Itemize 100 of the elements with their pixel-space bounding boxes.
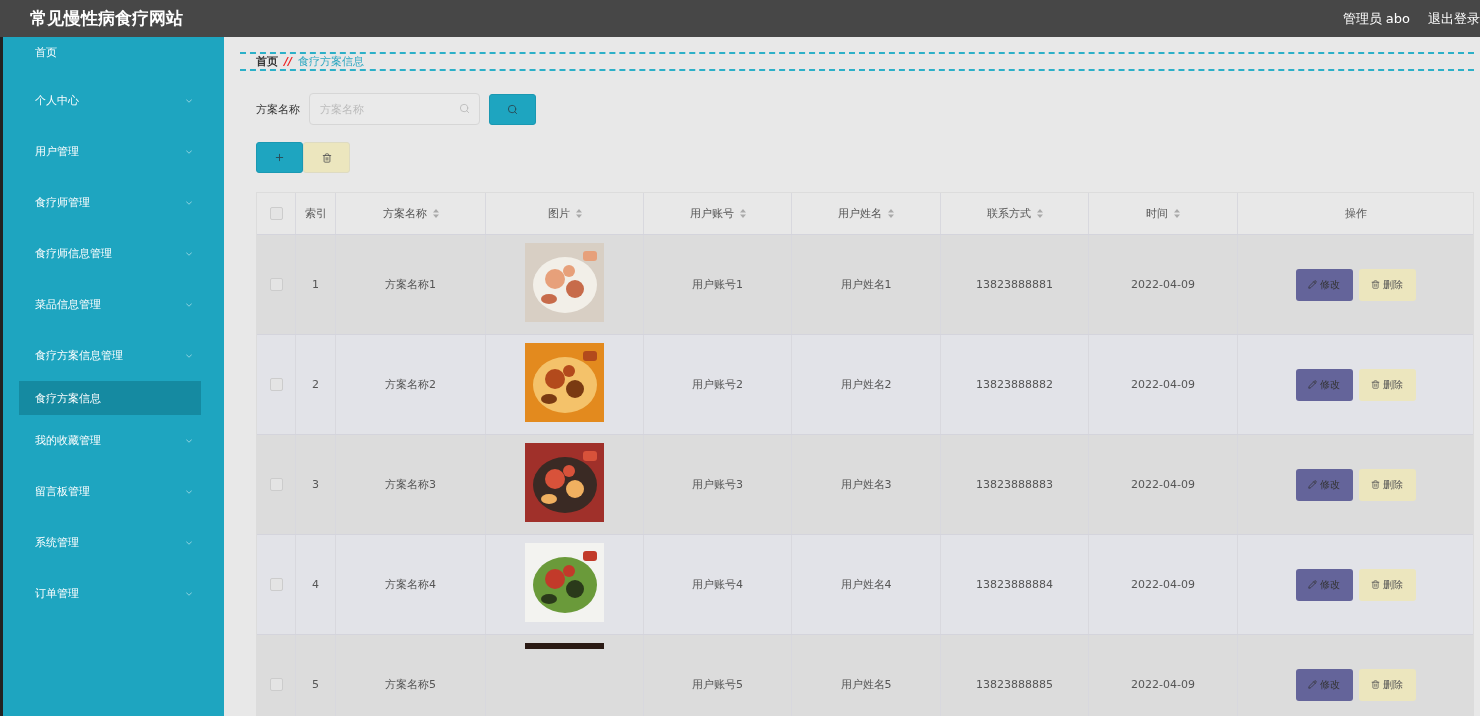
table-cell: 用户账号2 [692, 377, 743, 392]
breadcrumb-separator: // [284, 55, 293, 68]
plus-icon [274, 152, 285, 163]
table-cell: 用户姓名3 [840, 477, 892, 492]
column-header: 操作 [1344, 206, 1367, 221]
sort-icon[interactable] [888, 209, 894, 218]
table-cell: 2022-04-09 [1131, 678, 1195, 691]
sidebar-item[interactable]: 系统管理 [3, 517, 224, 568]
column-header: 用户账号 [689, 206, 734, 221]
table-cell: 用户姓名2 [840, 377, 892, 392]
table-cell: 方案名称1 [385, 277, 436, 292]
sidebar-item[interactable]: 首页 [3, 40, 224, 75]
edit-button[interactable]: 修改 [1295, 468, 1353, 501]
column-header: 图片 [547, 206, 570, 221]
sort-icon[interactable] [432, 209, 439, 218]
sidebar-item[interactable]: 个人中心 [3, 75, 224, 126]
table-cell: 13823888883 [976, 478, 1053, 491]
table-cell: 方案名称3 [385, 477, 436, 492]
table-cell: 用户账号4 [692, 577, 743, 592]
table-cell: 用户账号1 [692, 277, 743, 292]
column-header-cell[interactable]: 联系方式 [941, 193, 1089, 234]
delete-button[interactable]: 删除 [1358, 568, 1416, 601]
column-header-cell[interactable]: 用户姓名 [792, 193, 941, 234]
sidebar-item[interactable]: 食疗师管理 [3, 177, 224, 228]
edit-button[interactable]: 修改 [1295, 268, 1353, 301]
logout-link[interactable]: 退出登录 [1428, 9, 1480, 28]
checkbox[interactable] [269, 678, 283, 691]
delete-button[interactable] [303, 142, 350, 173]
table-cell: 4 [312, 578, 319, 591]
breadcrumb-current: 食疗方案信息 [298, 54, 365, 69]
table-cell: 1 [312, 278, 319, 291]
sort-icon[interactable] [739, 209, 746, 218]
delete-button[interactable]: 删除 [1358, 268, 1416, 301]
trash-icon [321, 152, 332, 163]
sidebar-item[interactable]: 用户管理 [3, 126, 224, 177]
sidebar-item[interactable]: 我的收藏管理 [3, 415, 224, 466]
table-cell: 方案名称2 [385, 377, 436, 392]
search-icon [459, 103, 470, 114]
sort-icon[interactable] [1174, 209, 1180, 218]
sidebar-item[interactable]: 留言板管理 [3, 466, 224, 517]
table-cell: 13823888885 [976, 678, 1053, 691]
sort-icon[interactable] [1036, 209, 1043, 218]
pencil-icon [1308, 680, 1317, 689]
table-cell: 13823888881 [976, 278, 1053, 291]
pencil-icon [1308, 580, 1317, 589]
pencil-icon [1308, 380, 1317, 389]
trash-icon [1371, 580, 1380, 589]
table-cell: 13823888884 [976, 578, 1053, 591]
checkbox[interactable] [269, 378, 283, 391]
table-cell: 2022-04-09 [1131, 578, 1195, 591]
table-cell: 2022-04-09 [1131, 378, 1195, 391]
delete-button[interactable]: 删除 [1358, 368, 1416, 401]
column-header-cell[interactable]: 用户账号 [644, 193, 792, 234]
search-icon [507, 103, 518, 115]
user-label: 管理员 abo [1342, 9, 1410, 28]
column-header: 用户姓名 [838, 206, 882, 221]
column-header-cell[interactable]: 索引 [296, 193, 336, 234]
checkbox[interactable] [269, 207, 283, 220]
sidebar-item[interactable]: 菜品信息管理 [3, 279, 224, 330]
trash-icon [1371, 480, 1380, 489]
table-cell: 5 [312, 678, 319, 691]
search-label: 方案名称 [256, 101, 300, 117]
column-header-cell[interactable]: 图片 [486, 193, 644, 234]
column-header-cell[interactable]: 方案名称 [336, 193, 486, 234]
table-cell: 13823888882 [976, 378, 1053, 391]
trash-icon [1371, 280, 1380, 289]
table-cell: 用户姓名5 [840, 677, 892, 692]
table-cell: 方案名称4 [385, 577, 436, 592]
edit-button[interactable]: 修改 [1295, 368, 1353, 401]
delete-button[interactable]: 删除 [1358, 468, 1416, 501]
column-header: 联系方式 [986, 206, 1031, 221]
checkbox[interactable] [269, 478, 283, 491]
checkbox[interactable] [269, 578, 283, 591]
table-cell: 用户账号5 [692, 677, 743, 692]
column-header-cell[interactable]: 操作 [1238, 193, 1473, 234]
sidebar-item[interactable]: 食疗师信息管理 [3, 228, 224, 279]
trash-icon [1371, 680, 1380, 689]
column-header: 方案名称 [382, 206, 427, 221]
sidebar-subitem[interactable]: 食疗方案信息 [19, 381, 201, 415]
column-header: 索引 [304, 206, 327, 221]
column-header-cell[interactable]: 时间 [1089, 193, 1238, 234]
edit-button[interactable]: 修改 [1295, 668, 1353, 701]
sidebar-item[interactable]: 订单管理 [3, 568, 224, 619]
table-cell: 2022-04-09 [1131, 278, 1195, 291]
sort-icon[interactable] [575, 209, 582, 218]
search-button[interactable] [489, 93, 536, 125]
column-header: 时间 [1146, 206, 1168, 221]
table-cell: 2022-04-09 [1131, 478, 1195, 491]
add-button[interactable] [256, 142, 303, 173]
sidebar-item[interactable]: 食疗方案信息管理 [3, 330, 224, 381]
table-cell: 用户姓名1 [840, 277, 892, 292]
pencil-icon [1308, 280, 1317, 289]
trash-icon [1371, 380, 1380, 389]
site-title: 常见慢性病食疗网站 [30, 7, 184, 30]
delete-button[interactable]: 删除 [1358, 668, 1416, 701]
checkbox[interactable] [269, 278, 283, 291]
pencil-icon [1308, 480, 1317, 489]
table-cell: 方案名称5 [385, 677, 436, 692]
edit-button[interactable]: 修改 [1295, 568, 1353, 601]
breadcrumb-home[interactable]: 首页 [256, 54, 278, 69]
